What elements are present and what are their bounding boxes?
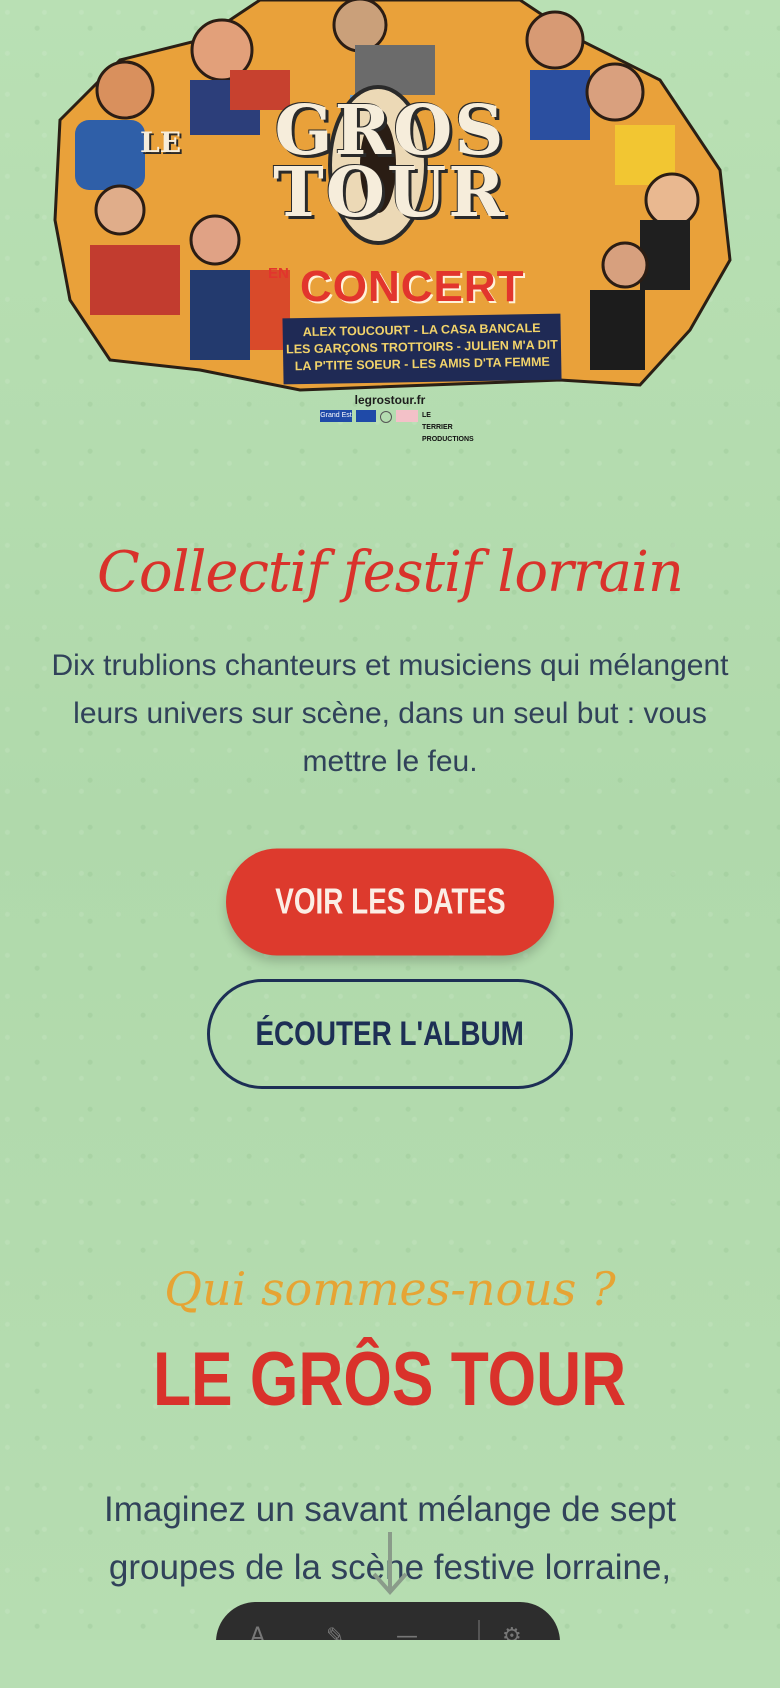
partner-logo — [396, 410, 418, 422]
band-line: LA P'TITE SOEUR - LES AMIS D'TA FEMME — [294, 354, 550, 374]
settings-icon[interactable]: ⚙ — [502, 1624, 522, 1640]
partner-logos: Grand Est LE TERRIER PRODUCTIONS — [320, 410, 474, 443]
poster-site-url: legrostour.fr — [354, 393, 426, 407]
see-dates-button[interactable]: VOIR LES DATES — [226, 848, 554, 956]
bottom-toolbar: A ✎ — ⚙ — [216, 1602, 560, 1640]
listen-album-button-label: ÉCOUTER L'ALBUM — [255, 1014, 525, 1053]
page-background: LE GROS TOUR EN CONCERT ALEX TOUCOURT - … — [0, 0, 780, 1640]
about-title: LE GRÔS TOUR — [0, 1336, 780, 1423]
about-kicker: Qui sommes-nous ? — [164, 1262, 616, 1316]
poster-title: GROS TOUR — [150, 97, 630, 233]
poster-concert: CONCERT — [270, 262, 525, 312]
poster-concert-label: CONCERT — [300, 262, 525, 311]
grand-est-logo: Grand Est — [320, 410, 352, 422]
listen-album-button[interactable]: ÉCOUTER L'ALBUM — [207, 979, 573, 1089]
brush-icon[interactable]: ✎ — [326, 1624, 344, 1640]
partner-logo — [380, 411, 392, 423]
bottom-bar — [0, 1640, 780, 1688]
minus-icon[interactable]: — — [396, 1624, 418, 1640]
text-icon[interactable]: A — [250, 1624, 265, 1640]
see-dates-button-label: VOIR LES DATES — [274, 881, 506, 922]
le-terrier-logo: LE TERRIER PRODUCTIONS — [422, 412, 474, 443]
about-title-text: LE GRÔS TOUR — [153, 1337, 627, 1422]
hero-intro: Dix trublions chanteurs et musiciens qui… — [51, 649, 729, 778]
band-list: ALEX TOUCOURT - LA CASA BANCALE LES GARÇ… — [282, 313, 562, 385]
partner-logo — [356, 410, 376, 422]
poster-title-line2: TOUR — [273, 153, 507, 233]
tour-poster: LE GROS TOUR EN CONCERT ALEX TOUCOURT - … — [0, 0, 780, 443]
hero-tagline: Collectif festif lorrain — [97, 540, 684, 605]
arrow-down-icon[interactable] — [370, 1530, 410, 1596]
toolbar-divider — [478, 1620, 480, 1640]
